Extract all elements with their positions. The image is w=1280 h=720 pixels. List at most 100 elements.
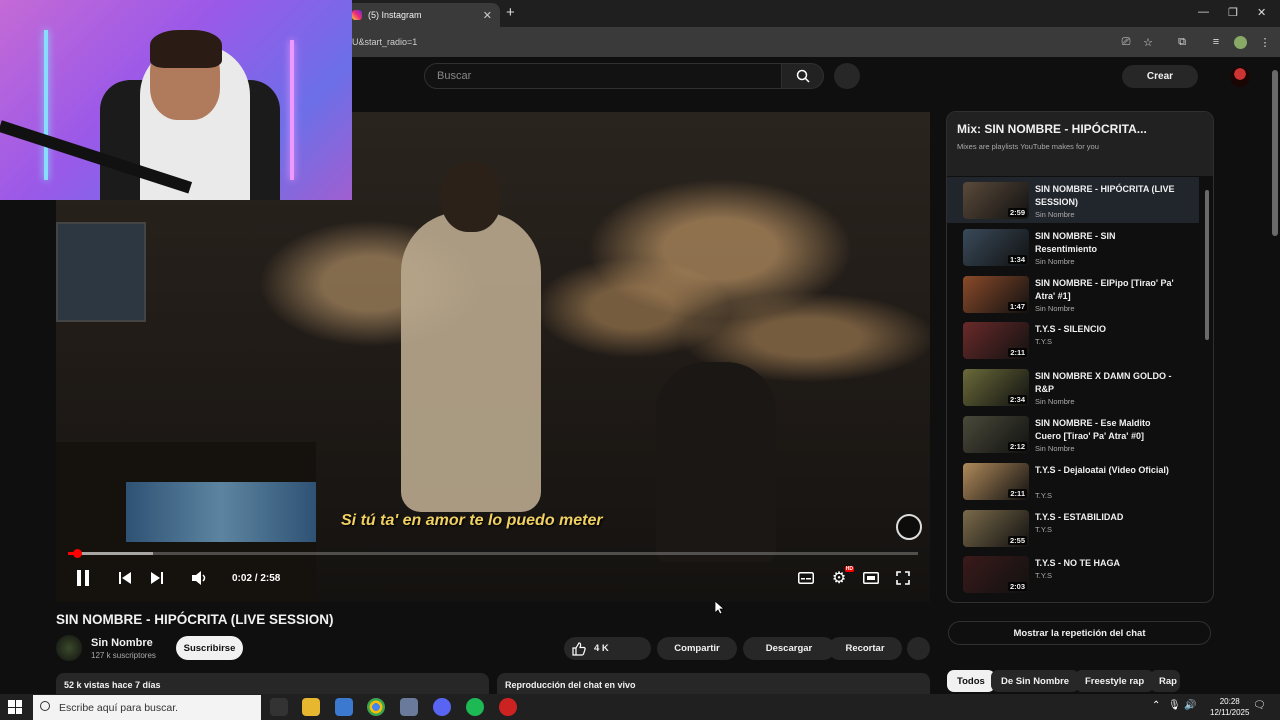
playlist-duration: 2:55 (1007, 535, 1027, 545)
description-box[interactable]: 52 k vistas hace 7 días (56, 673, 489, 695)
playlist-thumbnail[interactable]: 2:55 (963, 509, 1029, 547)
playlist-item[interactable]: 1:34 SIN NOMBRE - SIN Resentimiento Sin No… (947, 224, 1199, 270)
voice-search-button[interactable] (834, 63, 860, 89)
task-view-icon[interactable] (270, 698, 288, 716)
microphone-icon[interactable]: 🎙 (1168, 700, 1181, 711)
playlist-item[interactable]: T.Y.S - KANYE (947, 598, 1199, 602)
subscribe-button[interactable]: Suscribirse (176, 636, 243, 660)
playlist-item[interactable]: 2:55 T.Y.S - ESTABILIDAD T.Y.S (947, 505, 1199, 551)
playlist-item-channel: Sin Nombre (1035, 303, 1075, 313)
playlist-item[interactable]: 1:47 SIN NOMBRE - ElPipo [Tirao' Pa' Atra… (947, 271, 1199, 317)
playlist-thumbnail[interactable]: 2:03 (963, 556, 1029, 594)
share-button[interactable]: Compartir (657, 637, 737, 660)
taskbar-search-input[interactable]: Escribe aquí para buscar. (33, 695, 261, 720)
speaker-icon[interactable]: 🔊 (1184, 700, 1196, 711)
chip-rap[interactable]: Rap (1150, 670, 1180, 692)
playlist-item-title[interactable]: SIN NOMBRE - Ese Maldito Cuero [Tirao' P… (1035, 417, 1175, 443)
playlist-thumbnail[interactable]: 1:34 (963, 228, 1029, 266)
playlist-item[interactable]: 2:12 SIN NOMBRE - Ese Maldito Cuero [Tira… (947, 411, 1199, 457)
time-display: 0:02 / 2:58 (232, 572, 281, 584)
search-button[interactable] (782, 63, 824, 89)
playlist-thumbnail[interactable]: 2:12 (963, 416, 1029, 453)
chip-freestyle-rap[interactable]: Freestyle rap (1075, 670, 1155, 692)
playlist-item-title[interactable]: T.Y.S - SILENCIO (1035, 323, 1175, 336)
playlist-item-title[interactable]: SIN NOMBRE - HIPÓCRITA (LIVE SESSION) (1035, 183, 1175, 209)
browser-tab[interactable]: (5) Instagram ✕ (344, 3, 500, 27)
settings-button[interactable]: ⚙ HD (828, 566, 854, 588)
windows-start-icon[interactable] (8, 700, 22, 714)
playlist-item[interactable]: 2:34 SIN NOMBRE X DAMN GOLDO - R&P Sin Nom… (947, 364, 1199, 410)
pause-button[interactable] (74, 568, 92, 588)
install-app-icon[interactable]: ⎚ (1118, 34, 1134, 50)
playlist-item[interactable]: 2:11 T.Y.S - Dejaloatai (Video Oficial) T.… (947, 458, 1199, 504)
download-button[interactable]: Descargar (743, 637, 835, 660)
playlist-duration: 1:47 (1007, 301, 1027, 311)
app-icon[interactable] (400, 698, 418, 716)
next-button[interactable] (148, 568, 166, 588)
restore-icon[interactable]: ❐ (1228, 6, 1238, 19)
page-scrollbar[interactable] (1272, 70, 1278, 236)
playlist-thumbnail[interactable]: 1:47 (963, 275, 1029, 313)
volume-button[interactable] (190, 568, 210, 588)
subscriber-count: 127 k suscriptores (91, 651, 156, 660)
theater-mode-button[interactable] (861, 568, 881, 588)
playlist-thumbnail[interactable]: 2:59 (963, 182, 1029, 219)
playlist-thumbnail[interactable]: 2:11 (963, 462, 1029, 500)
create-button[interactable]: Crear (1122, 65, 1198, 88)
previous-button[interactable] (116, 568, 134, 588)
more-actions-button[interactable] (907, 637, 930, 660)
new-tab-button[interactable]: + (506, 4, 515, 21)
playlist-item[interactable]: 2:03 T.Y.S - NO TE HAGA T.Y.S (947, 551, 1199, 597)
playlist-thumbnail[interactable]: 2:34 (963, 369, 1029, 407)
notifications-icon[interactable]: 🗨 (1253, 700, 1266, 711)
like-button[interactable]: 4 K (564, 637, 651, 660)
channel-avatar[interactable] (56, 635, 82, 661)
playlist-item[interactable]: 2:59 SIN NOMBRE - HIPÓCRITA (LIVE SESSION… (947, 177, 1199, 223)
playlist-item-title[interactable]: SIN NOMBRE - SIN Resentimiento (1035, 230, 1175, 256)
playlist-item-channel: Sin Nombre (1035, 256, 1075, 266)
clock[interactable]: 20:28 12/11/2025 (1210, 696, 1249, 718)
tray-chevron-icon[interactable]: ⌃ (1152, 700, 1160, 711)
subtitles-icon (798, 572, 814, 584)
file-explorer-icon[interactable] (302, 698, 320, 716)
chip-todos[interactable]: Todos (947, 670, 995, 692)
channel-name[interactable]: Sin Nombre (91, 637, 153, 649)
playlist-item-title[interactable]: T.Y.S - ESTABILIDAD (1035, 511, 1175, 524)
extensions-icon[interactable]: ⧉ (1174, 34, 1190, 50)
clip-button[interactable]: Recortar (828, 637, 902, 660)
playlist-duration: 2:03 (1007, 582, 1027, 592)
thumbs-up-icon (572, 641, 586, 656)
store-icon[interactable] (335, 698, 353, 716)
browser-menu-icon[interactable]: ⋮ (1257, 34, 1273, 50)
fullscreen-icon (896, 571, 910, 585)
fullscreen-button[interactable] (893, 568, 913, 588)
playlist-item-title[interactable]: SIN NOMBRE X DAMN GOLDO - R&P (1035, 370, 1175, 396)
account-avatar[interactable] (1230, 67, 1250, 87)
url-text[interactable]: U&start_radio=1 (352, 37, 417, 47)
spotify-icon[interactable] (466, 698, 484, 716)
chip-de-sin-nombre[interactable]: De Sin Nombre (991, 670, 1080, 692)
playlist-item-title[interactable]: SIN NOMBRE - ElPipo [Tirao' Pa' Atra' #1… (1035, 277, 1175, 303)
playlist-item-title[interactable]: T.Y.S - Dejaloatai (Video Oficial) (1035, 464, 1175, 477)
discord-icon[interactable] (433, 698, 451, 716)
playlist-thumbnail[interactable]: 2:11 (963, 322, 1029, 360)
bookmark-star-icon[interactable]: ☆ (1140, 34, 1156, 50)
profile-icon[interactable] (1232, 34, 1248, 50)
obs-icon[interactable] (499, 698, 517, 716)
subtitles-button[interactable] (796, 568, 816, 588)
taskbar-search-icon (40, 701, 50, 711)
close-tab-icon[interactable]: ✕ (483, 9, 492, 22)
search-input[interactable]: Buscar (424, 63, 782, 89)
chrome-icon[interactable] (367, 698, 385, 716)
progress-bar[interactable] (68, 549, 918, 558)
chat-replay-box[interactable]: Reproducción del chat en vivo (497, 673, 930, 695)
show-chat-replay-button[interactable]: Mostrar la repetición del chat (948, 621, 1211, 645)
minimize-icon[interactable]: — (1198, 6, 1209, 18)
playlist-title[interactable]: Mix: SIN NOMBRE - HIPÓCRITA... (957, 122, 1203, 136)
playlist-item-title[interactable]: T.Y.S - NO TE HAGA (1035, 557, 1175, 570)
channel-watermark[interactable] (896, 514, 922, 540)
playlist-scrollbar[interactable] (1205, 190, 1209, 340)
media-control-icon[interactable]: ≡ (1208, 34, 1224, 50)
close-window-icon[interactable]: ✕ (1257, 6, 1266, 19)
playlist-item[interactable]: 2:11 T.Y.S - SILENCIO T.Y.S (947, 317, 1199, 363)
